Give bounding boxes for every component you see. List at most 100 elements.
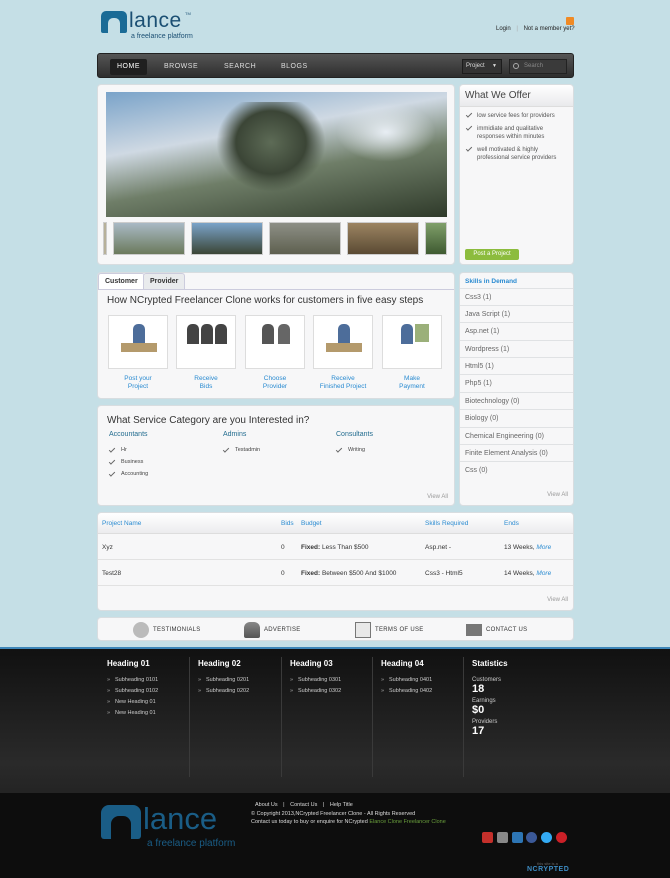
skill-item[interactable]: Biology (0): [460, 409, 573, 426]
check-icon: [108, 470, 116, 477]
projects-table: Project Name Bids Budget Skills Required…: [97, 512, 574, 611]
category-item[interactable]: Hr: [108, 446, 127, 453]
footer-link[interactable]: Subheading 0102: [107, 688, 158, 694]
project-name[interactable]: Xyz: [102, 544, 113, 551]
skill-item[interactable]: Html5 (1): [460, 357, 573, 374]
tab-customer[interactable]: Customer: [98, 273, 145, 289]
nav-search[interactable]: SEARCH: [224, 59, 256, 75]
terms-link[interactable]: TERMS OF USE: [355, 618, 424, 642]
project-bids: 0: [281, 570, 285, 577]
service-view-all-link[interactable]: View All: [427, 494, 448, 500]
slider-thumb[interactable]: [425, 222, 447, 255]
skill-item[interactable]: Java Script (1): [460, 305, 573, 322]
pinterest-icon[interactable]: [556, 832, 567, 843]
post-project-button[interactable]: Post a Project: [465, 249, 519, 260]
main-nav: HOME BROWSE SEARCH BLOGS Project ▼ Searc…: [97, 53, 574, 78]
slider-thumb[interactable]: [103, 222, 107, 255]
login-link[interactable]: Login: [496, 26, 511, 32]
skill-item[interactable]: Chemical Engineering (0): [460, 427, 573, 444]
col-project-name[interactable]: Project Name: [102, 520, 141, 527]
search-input[interactable]: Search: [509, 59, 567, 74]
col-skills[interactable]: Skills Required: [425, 520, 468, 527]
step-receive-bids[interactable]: Receive Bids: [176, 315, 236, 391]
footer-column: Heading 02 Subheading 0201 Subheading 02…: [198, 659, 249, 699]
more-link[interactable]: More: [536, 570, 551, 577]
twitter-icon[interactable]: [541, 832, 552, 843]
skill-item[interactable]: Biotechnology (0): [460, 392, 573, 409]
footer-logo[interactable]: lance a freelance platform: [101, 802, 251, 852]
search-icon: [513, 63, 519, 69]
project-budget: Less Than $500: [321, 544, 369, 551]
search-placeholder: Search: [524, 63, 544, 69]
steps-title: How NCrypted Freelancer Clone works for …: [107, 295, 424, 306]
ncrypted-badge[interactable]: NCRYPTED: [527, 866, 569, 873]
col-ends[interactable]: Ends: [504, 520, 519, 527]
skills-view-all-link[interactable]: View All: [547, 492, 568, 498]
slider-thumb[interactable]: [113, 222, 185, 255]
search-type-select[interactable]: Project ▼: [462, 59, 502, 74]
testimonials-link[interactable]: TESTIMONIALS: [133, 618, 201, 642]
footer-link[interactable]: Subheading 0101: [107, 677, 158, 683]
step-image: [245, 315, 305, 369]
tab-provider[interactable]: Provider: [143, 273, 186, 289]
footer-link[interactable]: Subheading 0201: [198, 677, 249, 683]
document-icon: [355, 622, 371, 638]
skill-item[interactable]: Wordpress (1): [460, 340, 573, 357]
footer-link[interactable]: Subheading 0302: [290, 688, 341, 694]
youtube-icon[interactable]: [482, 832, 493, 843]
category-item[interactable]: Business: [108, 458, 143, 465]
footer-link[interactable]: Subheading 0402: [381, 688, 432, 694]
footer-link[interactable]: New Heading 01: [107, 699, 158, 705]
slider-thumb[interactable]: [269, 222, 341, 255]
category-consultants[interactable]: Consultants: [336, 431, 373, 438]
slider-thumb[interactable]: [191, 222, 263, 255]
how-it-works-panel: Customer Provider How NCrypted Freelance…: [97, 272, 455, 399]
skill-item[interactable]: Php5 (1): [460, 374, 573, 391]
signup-link[interactable]: Not a member yet?: [524, 26, 575, 32]
contact-us-link[interactable]: Contact Us: [290, 802, 317, 808]
nav-home[interactable]: HOME: [110, 59, 147, 75]
table-header: Project Name Bids Budget Skills Required…: [98, 513, 573, 534]
rss-icon[interactable]: [566, 17, 574, 25]
skill-item[interactable]: Finite Element Analysis (0): [460, 444, 573, 461]
footer-link[interactable]: Subheading 0401: [381, 677, 432, 683]
table-row[interactable]: Test28 0 Fixed: Between $500 And $1000 C…: [98, 561, 573, 586]
skill-item[interactable]: Css (0): [460, 461, 573, 478]
skill-item[interactable]: Css3 (1): [460, 288, 573, 305]
footer-link[interactable]: Subheading 0202: [198, 688, 249, 694]
site-logo[interactable]: lance TM a freelance platform: [101, 10, 201, 42]
contact-link[interactable]: CONTACT US: [466, 618, 527, 642]
advertise-link[interactable]: ADVERTISE: [244, 618, 301, 642]
category-accountants[interactable]: Accountants: [109, 431, 148, 438]
googleplus-icon[interactable]: [497, 832, 508, 843]
logo-mark-icon: [101, 11, 127, 33]
step-make-payment[interactable]: Make Payment: [382, 315, 442, 391]
more-link[interactable]: More: [536, 544, 551, 551]
step-post-project[interactable]: Post your Project: [108, 315, 168, 391]
step-receive-finished-project[interactable]: Receive Finished Project: [313, 315, 373, 391]
category-item[interactable]: Writing: [335, 446, 365, 453]
nav-blogs[interactable]: BLOGS: [281, 59, 308, 75]
envelope-icon: [466, 624, 482, 636]
linkedin-icon[interactable]: [512, 832, 523, 843]
hero-image: [106, 92, 447, 217]
nav-browse[interactable]: BROWSE: [164, 59, 198, 75]
help-link[interactable]: Help Title: [330, 802, 353, 808]
category-item[interactable]: Accounting: [108, 470, 148, 477]
col-bids[interactable]: Bids: [281, 520, 294, 527]
category-item[interactable]: Testadmin: [222, 446, 260, 453]
skill-item[interactable]: Asp.net (1): [460, 322, 573, 339]
step-choose-provider[interactable]: Choose Provider: [245, 315, 305, 391]
contact-link[interactable]: Elance Clone Freelancer Clone: [369, 819, 445, 825]
table-row[interactable]: Xyz 0 Fixed: Less Than $500 Asp.net - 13…: [98, 535, 573, 560]
category-admins[interactable]: Admins: [223, 431, 246, 438]
projects-view-all-link[interactable]: View All: [547, 597, 568, 603]
project-name[interactable]: Test28: [102, 570, 121, 577]
slider-thumb[interactable]: [347, 222, 419, 255]
facebook-icon[interactable]: [526, 832, 537, 843]
project-ends: 14 Weeks,: [504, 570, 535, 577]
footer-link[interactable]: Subheading 0301: [290, 677, 341, 683]
col-budget[interactable]: Budget: [301, 520, 322, 527]
about-us-link[interactable]: About Us: [255, 802, 278, 808]
footer-link[interactable]: New Heading 01: [107, 710, 158, 716]
